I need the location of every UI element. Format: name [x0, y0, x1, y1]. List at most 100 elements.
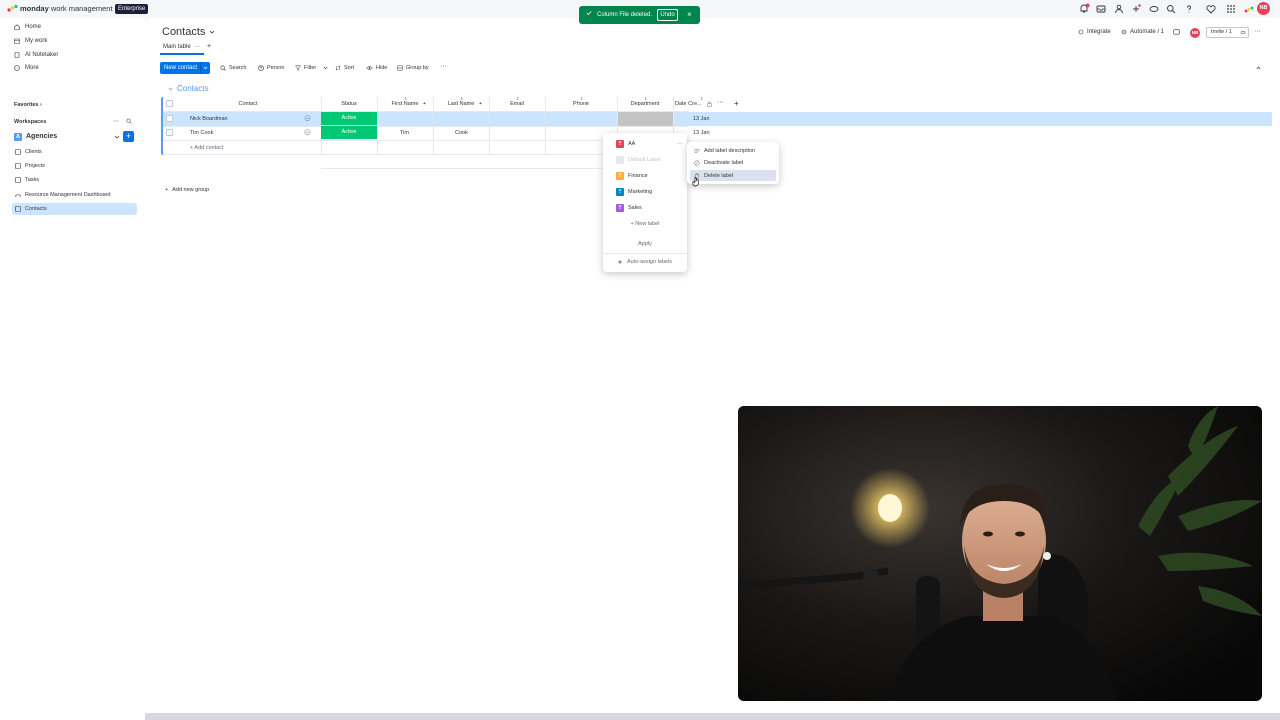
sidebar-item-more[interactable]: More: [14, 62, 39, 74]
sidebar-board-contacts[interactable]: Contacts: [12, 203, 137, 215]
sidebar-item-my-work[interactable]: My work: [14, 35, 47, 47]
group-title[interactable]: Contacts: [177, 84, 209, 93]
user-avatar[interactable]: NB: [1257, 2, 1270, 15]
add-column-icon[interactable]: +: [479, 101, 482, 107]
brand-name[interactable]: monday work management: [20, 4, 113, 13]
collapse-header-icon[interactable]: [1256, 66, 1261, 70]
notifications-icon[interactable]: [1078, 3, 1090, 15]
horizontal-scrollbar[interactable]: [145, 713, 1280, 720]
add-label-description-item[interactable]: Add label description: [690, 145, 776, 156]
first-name-cell[interactable]: Tim: [400, 130, 409, 136]
column-header-department[interactable]: Department: [617, 101, 673, 107]
chevron-down-icon[interactable]: [209, 30, 215, 34]
column-info-icon: ⇕: [460, 96, 464, 101]
hand-cursor-icon: [692, 177, 699, 187]
column-header-date-created[interactable]: Date Cre...: [675, 101, 705, 107]
contact-name[interactable]: Tim Cook: [190, 130, 213, 136]
workspace-search-icon[interactable]: [126, 118, 132, 124]
sidebar-item-home[interactable]: Home: [14, 21, 41, 33]
label-options-icon[interactable]: ···: [677, 141, 683, 147]
date-created-cell[interactable]: 13 Jan: [693, 130, 710, 136]
apply-button[interactable]: Apply: [603, 241, 687, 247]
row-checkbox[interactable]: [166, 115, 173, 122]
add-new-column-button[interactable]: +: [734, 99, 739, 108]
add-column-icon[interactable]: +: [423, 101, 426, 107]
add-board-button[interactable]: +: [123, 131, 134, 142]
tab-main-table[interactable]: Main table: [163, 44, 191, 50]
app-grid-icon[interactable]: [1225, 3, 1237, 15]
sidebar-item-ai-notetaker[interactable]: AI Notetaker: [14, 49, 58, 61]
workspace-selector[interactable]: A Agencies: [14, 131, 120, 142]
sidebar-board-resource-management[interactable]: Resource Management Dashboard: [12, 189, 137, 201]
presenter-webcam-video: [738, 406, 1262, 701]
filter-button[interactable]: Filter: [295, 65, 328, 71]
group-by-button[interactable]: Group by: [397, 65, 429, 71]
column-header-first-name[interactable]: First Name: [384, 101, 426, 107]
row-checkbox[interactable]: [166, 129, 173, 136]
sidebar-item-label: My work: [25, 38, 48, 44]
filter-label: Filter: [304, 65, 317, 71]
inbox-icon[interactable]: [1095, 3, 1107, 15]
department-cell-editing[interactable]: [618, 112, 673, 126]
deactivate-label-item[interactable]: Deactivate label: [690, 157, 776, 168]
contact-name[interactable]: Nick Boardman: [190, 116, 228, 122]
delete-label-item[interactable]: Delete label: [690, 170, 776, 181]
column-header-email[interactable]: Email: [489, 101, 545, 107]
help-icon[interactable]: [1183, 3, 1195, 15]
close-icon[interactable]: ×: [687, 10, 692, 19]
label-option-finance[interactable]: ⠿ Finance: [616, 171, 648, 181]
status-cell[interactable]: Active: [321, 126, 377, 139]
integrate-button[interactable]: Integrate: [1078, 29, 1111, 35]
more-options-icon[interactable]: [113, 119, 119, 123]
label-option-sales[interactable]: ⠿ Sales: [616, 203, 642, 213]
conversation-icon[interactable]: [304, 129, 311, 136]
ai-icon[interactable]: [1148, 3, 1160, 15]
favorites-section[interactable]: Favorites ›: [14, 102, 42, 108]
auto-assign-labels-button[interactable]: Auto-assign labels: [617, 259, 672, 265]
chevron-down-icon[interactable]: [203, 66, 208, 70]
updates-icon[interactable]: [1173, 29, 1180, 36]
group-collapse-chevron-icon[interactable]: [168, 87, 173, 91]
label-option-marketing[interactable]: ⠿ Marketing: [616, 187, 652, 197]
column-info-icon: ⇕: [580, 96, 584, 101]
toast-message: Column File deleted.: [597, 12, 653, 18]
board-menu-icon[interactable]: ···: [1254, 28, 1261, 35]
column-header-status[interactable]: Status: [321, 101, 377, 107]
last-name-cell[interactable]: Cook: [455, 130, 468, 136]
column-header-last-name[interactable]: Last Name: [441, 101, 481, 107]
apps-icon[interactable]: [1130, 3, 1142, 15]
page-title[interactable]: Contacts: [162, 26, 205, 38]
invite-members-icon[interactable]: [1113, 3, 1125, 15]
automate-button[interactable]: Automate / 1: [1121, 29, 1164, 35]
sidebar-board-projects[interactable]: Projects: [12, 160, 137, 172]
add-view-button[interactable]: +: [207, 43, 211, 50]
chevron-down-icon[interactable]: [323, 66, 328, 70]
column-options-icon[interactable]: ···: [717, 99, 724, 106]
new-item-button[interactable]: New contact: [160, 62, 210, 74]
more-toolbar-options-icon[interactable]: ···: [440, 63, 447, 70]
sort-button[interactable]: Sort: [335, 65, 354, 71]
tab-options-icon[interactable]: ···: [194, 44, 200, 50]
column-header-contact[interactable]: Contact: [230, 101, 266, 107]
monday-logo-icon[interactable]: [7, 4, 18, 13]
select-all-checkbox[interactable]: [166, 100, 173, 107]
menu-divider: [603, 253, 687, 254]
new-label-button[interactable]: + New label: [603, 221, 687, 227]
sidebar-board-tasks[interactable]: Tasks: [12, 174, 137, 186]
hide-button[interactable]: Hide: [366, 65, 387, 71]
heart-icon[interactable]: [1205, 3, 1217, 15]
sidebar-board-clients[interactable]: Clients: [12, 146, 137, 158]
column-header-phone[interactable]: Phone: [545, 101, 617, 107]
undo-button[interactable]: Undo: [657, 9, 678, 21]
person-filter-button[interactable]: Person: [258, 65, 284, 71]
search-icon[interactable]: [1165, 3, 1177, 15]
board-owner-avatar[interactable]: NB: [1190, 28, 1200, 38]
add-item-row[interactable]: + Add contact: [190, 145, 223, 151]
conversation-icon[interactable]: [304, 115, 311, 122]
date-created-cell[interactable]: 13 Jan: [693, 116, 710, 122]
label-option-aa[interactable]: ⠿ AA: [616, 139, 635, 149]
add-new-group-button[interactable]: + Add new group: [165, 187, 209, 193]
status-cell[interactable]: Active: [321, 112, 377, 125]
search-button[interactable]: Search: [220, 65, 246, 71]
invite-button[interactable]: Invite / 1: [1206, 27, 1249, 38]
